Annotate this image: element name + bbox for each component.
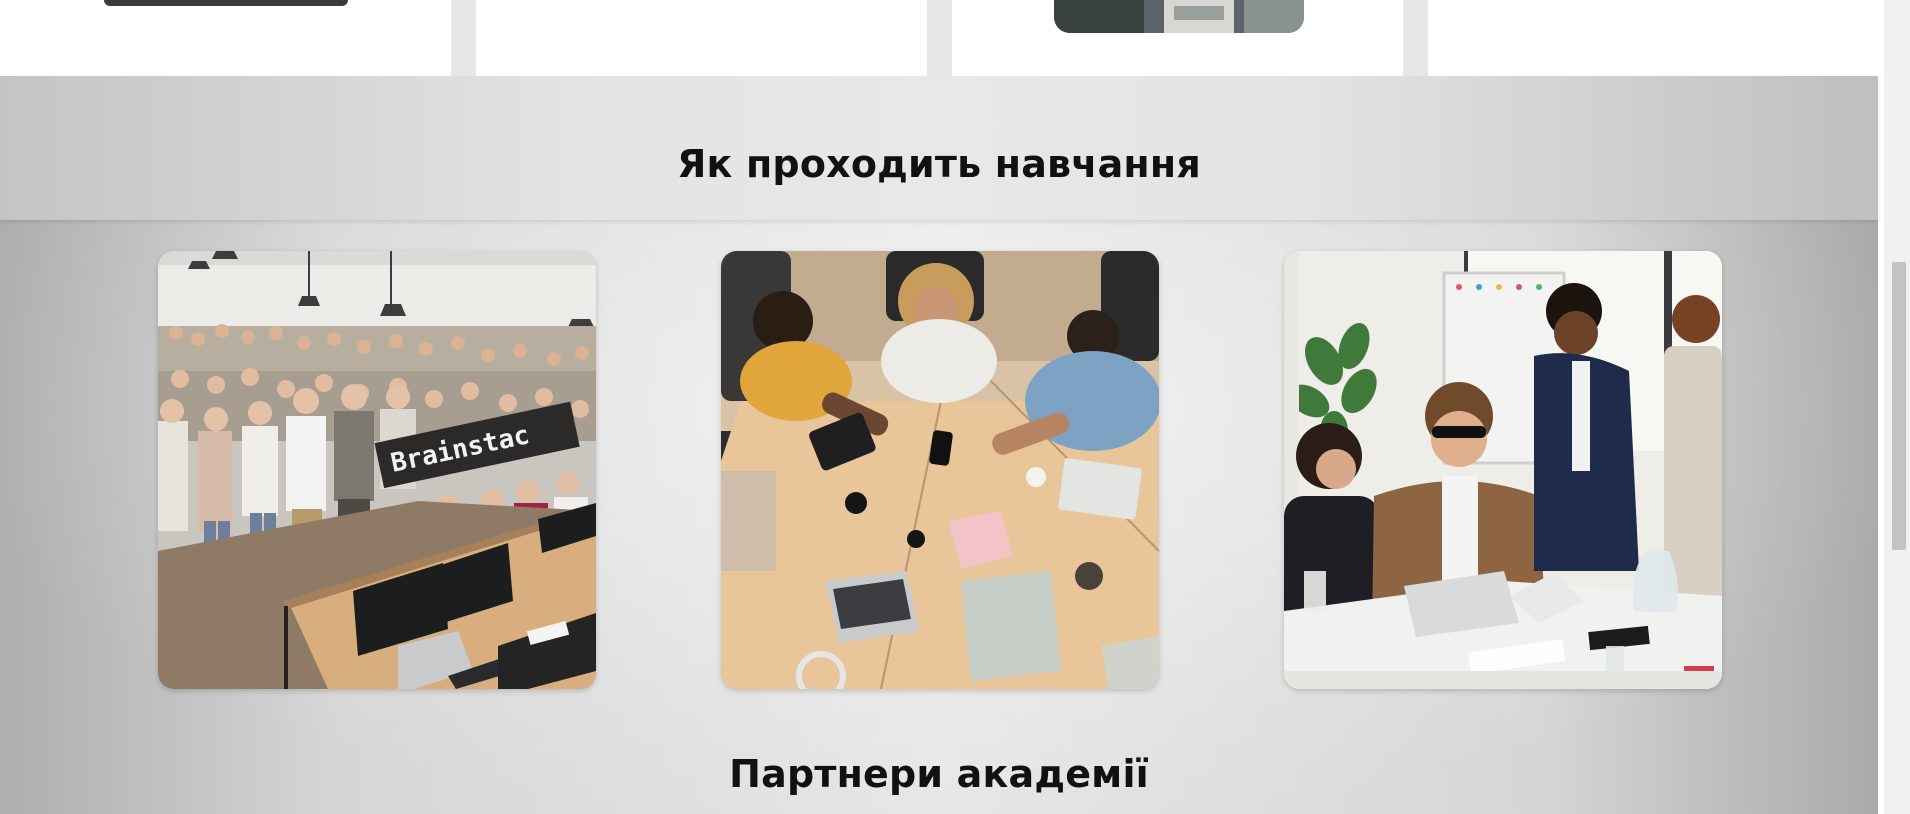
previous-card-3-image bbox=[1054, 0, 1304, 33]
previous-cards-strip bbox=[0, 0, 1878, 76]
learning-section: Як проходить навчання Brainstac Партнери… bbox=[0, 76, 1878, 814]
photo-meeting bbox=[1284, 251, 1722, 689]
previous-card-1[interactable] bbox=[0, 0, 451, 76]
previous-card-1-image bbox=[104, 0, 348, 6]
scrollbar-thumb[interactable] bbox=[1892, 262, 1906, 550]
previous-card-3[interactable] bbox=[952, 0, 1403, 76]
previous-card-2[interactable] bbox=[476, 0, 927, 76]
section-title-partners: Партнери академії bbox=[729, 752, 1149, 796]
section-title-learning: Як проходить навчання bbox=[677, 142, 1201, 186]
previous-card-4[interactable] bbox=[1428, 0, 1878, 76]
photo-teamwork bbox=[721, 251, 1159, 689]
photo-group: Brainstac bbox=[158, 251, 596, 689]
